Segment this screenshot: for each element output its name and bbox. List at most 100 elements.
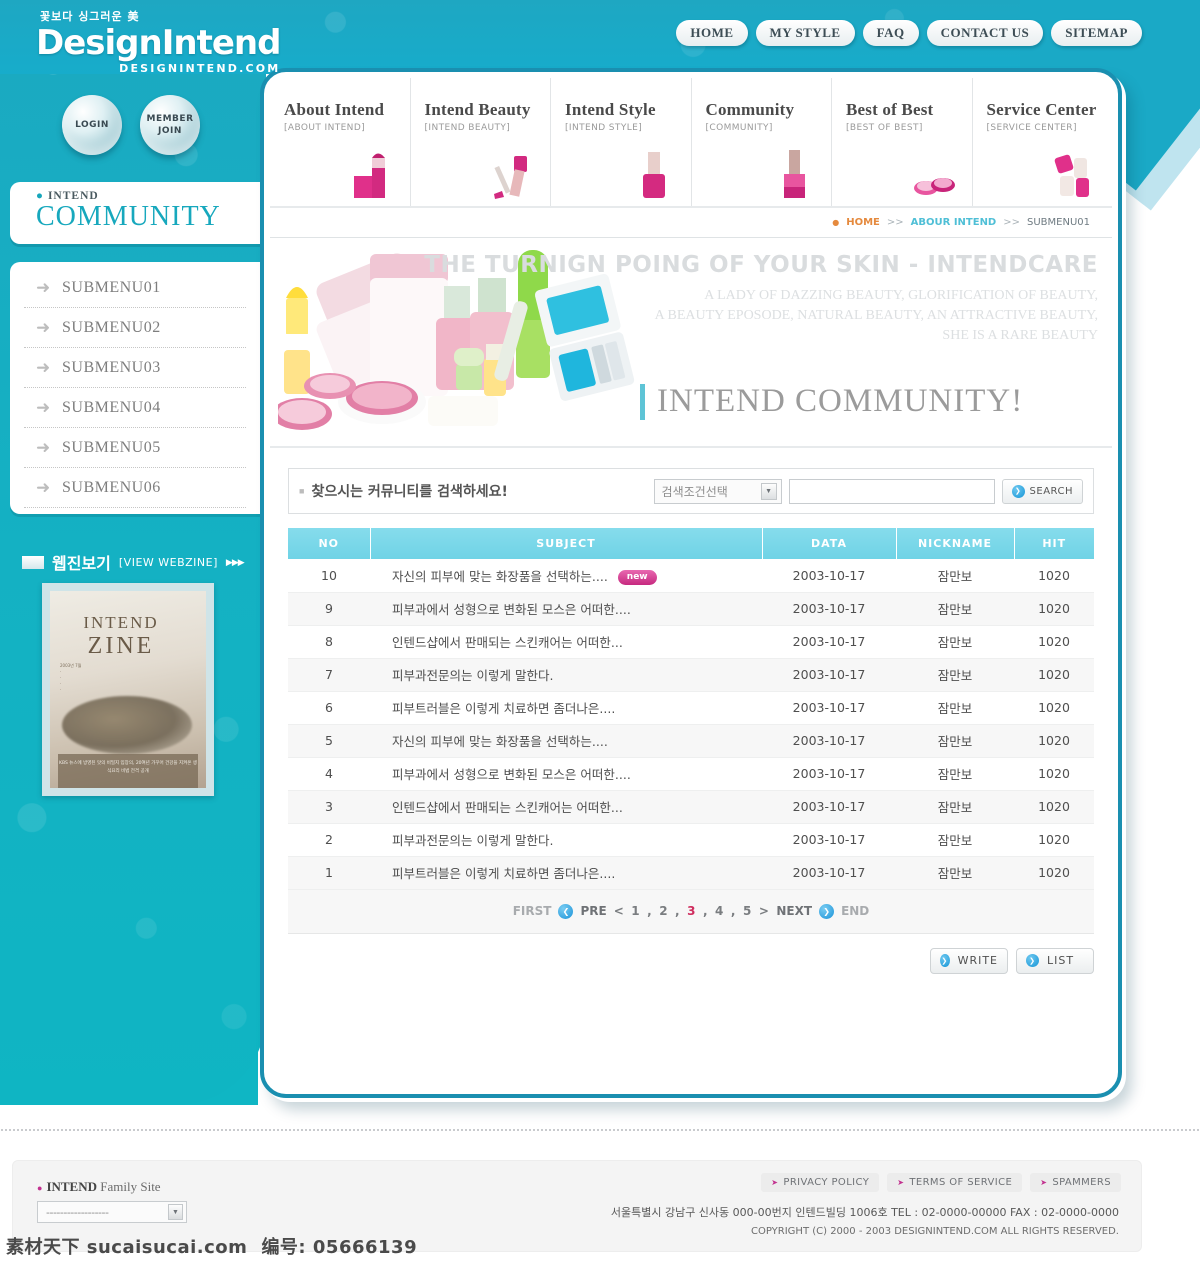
pager-page-2[interactable]: 2 bbox=[659, 904, 668, 918]
gnb-item-intend-style[interactable]: Intend Style [INTEND STYLE] bbox=[551, 78, 692, 206]
table-row[interactable]: 6 피부트러블은 이렇게 치료하면 좀더나은.... 2003-10-17 잠만… bbox=[288, 691, 1094, 725]
login-button[interactable]: LOGIN bbox=[62, 95, 122, 155]
pager-page-3-current[interactable]: 3 bbox=[687, 904, 696, 918]
topnav-item-contact-us[interactable]: CONTACT US bbox=[926, 20, 1044, 46]
webzine-cover-line2: ZINE bbox=[87, 633, 155, 659]
sidebar-item-submenu02[interactable]: ➜ SUBMENU02 bbox=[24, 308, 246, 348]
footer-link-terms-of-service[interactable]: ➤ TERMS OF SERVICE bbox=[887, 1173, 1023, 1192]
cell-date: 2003-10-17 bbox=[762, 592, 896, 626]
sidebar-item-submenu04[interactable]: ➜ SUBMENU04 bbox=[24, 388, 246, 428]
topnav-item-sitemap[interactable]: SITEMAP bbox=[1051, 20, 1142, 46]
arrow-right-icon: ➜ bbox=[36, 358, 51, 377]
cell-subject[interactable]: 피부과전문의는 이렇게 말한다. bbox=[370, 658, 762, 692]
breadcrumb-section[interactable]: ABOUR INTEND bbox=[911, 217, 997, 228]
table-row[interactable]: 7 피부과전문의는 이렇게 말한다. 2003-10-17 잠만보 1020 bbox=[288, 658, 1094, 692]
table-row[interactable]: 4 피부과에서 성형으로 변화된 모스은 어떠한.... 2003-10-17 … bbox=[288, 757, 1094, 791]
gnb-title: About Intend bbox=[284, 100, 385, 119]
cell-no: 7 bbox=[288, 658, 370, 692]
cell-nickname: 잠만보 bbox=[896, 856, 1014, 890]
arrow-right-icon: ❯ bbox=[1011, 484, 1025, 498]
topnav-item-faq[interactable]: FAQ bbox=[862, 20, 919, 46]
gnb-item-intend-beauty[interactable]: Intend Beauty [INTEND BEAUTY] bbox=[411, 78, 551, 206]
cell-hit: 1020 bbox=[1014, 625, 1094, 659]
arrow-right-icon: ➜ bbox=[36, 398, 51, 417]
pager-next[interactable]: NEXT bbox=[776, 904, 812, 918]
breadcrumb-current: SUBMENU01 bbox=[1027, 217, 1090, 228]
footer-link-privacy-policy[interactable]: ➤ PRIVACY POLICY bbox=[761, 1173, 880, 1192]
topnav-item-my-style[interactable]: MY STYLE bbox=[755, 20, 855, 46]
cell-subject[interactable]: 피부과에서 성형으로 변화된 모스은 어떠한.... bbox=[370, 757, 762, 791]
pager-page-1[interactable]: 1 bbox=[631, 904, 640, 918]
breadcrumb-home[interactable]: HOME bbox=[846, 217, 880, 228]
pager-page-4[interactable]: 4 bbox=[715, 904, 724, 918]
gnb-item-service-center[interactable]: Service Center [SERVICE CENTER] bbox=[973, 78, 1113, 206]
breadcrumb: ● HOME >> ABOUR INTEND >> SUBMENU01 bbox=[270, 208, 1112, 238]
pager-pre[interactable]: PRE bbox=[580, 904, 606, 918]
table-row[interactable]: 2 피부과전문의는 이렇게 말한다. 2003-10-17 잠만보 1020 bbox=[288, 823, 1094, 857]
cell-subject[interactable]: 자신의 피부에 맞는 화장품을 선택하는.... bbox=[370, 724, 762, 758]
member-join-button[interactable]: MEMBER JOIN bbox=[140, 95, 200, 155]
global-navigation: About Intend [ABOUT INTEND] Intend Beaut… bbox=[270, 78, 1112, 208]
table-row[interactable]: 8 인텐드샵에서 판매되는 스킨캐어는 어떠한... 2003-10-17 잠만… bbox=[288, 625, 1094, 659]
sidebar-item-submenu03[interactable]: ➜ SUBMENU03 bbox=[24, 348, 246, 388]
footer-copyright: COPYRIGHT (C) 2000 - 2003 DESIGNINTEND.C… bbox=[751, 1226, 1119, 1237]
table-row[interactable]: 3 인텐드샵에서 판매되는 스킨캐어는 어떠한... 2003-10-17 잠만… bbox=[288, 790, 1094, 824]
sidebar-item-submenu05[interactable]: ➜ SUBMENU05 bbox=[24, 428, 246, 468]
site-logo[interactable]: 꽃보다 싱그러운 美 DesignIntend DESIGNINTEND.COM bbox=[36, 8, 281, 75]
gnb-item-about-intend[interactable]: About Intend [ABOUT INTEND] bbox=[270, 78, 411, 206]
table-row[interactable]: 9 피부과에서 성형으로 변화된 모스은 어떠한.... 2003-10-17 … bbox=[288, 592, 1094, 626]
list-button[interactable]: ❯ LIST bbox=[1016, 947, 1094, 974]
cell-subject[interactable]: 자신의 피부에 맞는 화장품을 선택하는.... new bbox=[370, 559, 762, 593]
cell-subject[interactable]: 피부과전문의는 이렇게 말한다. bbox=[370, 823, 762, 857]
top-navigation: HOME MY STYLE FAQ CONTACT US SITEMAP bbox=[676, 20, 1142, 46]
sidebar-item-submenu06[interactable]: ➜ SUBMENU06 bbox=[24, 468, 246, 508]
column-header-subject: SUBJECT bbox=[370, 528, 763, 559]
footer-link-spammers[interactable]: ➤ SPAMMERS bbox=[1030, 1173, 1121, 1192]
mascara-icon bbox=[494, 156, 527, 199]
search-bar: ■ 찾으시는 커뮤니티를 검색하세요! 검색조건선택 ▼ ❯ SEARCH bbox=[288, 468, 1094, 514]
gnb-title: Service Center bbox=[986, 100, 1097, 119]
sidebar-item-label: SUBMENU04 bbox=[62, 398, 161, 416]
nail-polish-icon bbox=[642, 152, 665, 198]
webzine-cover-caption: KBS 뉴스에 방영된 맛의 비밀지 입장의, 20여년 가꾸어 건강을 지켜온… bbox=[58, 754, 198, 788]
cell-hit: 1020 bbox=[1014, 658, 1094, 692]
pager-first[interactable]: FIRST bbox=[513, 904, 552, 918]
webzine-cover-line1: INTEND bbox=[83, 613, 159, 632]
sidebar-item-label: SUBMENU05 bbox=[62, 438, 161, 456]
topnav-item-home[interactable]: HOME bbox=[676, 20, 748, 46]
cell-date: 2003-10-17 bbox=[762, 559, 896, 593]
table-row[interactable]: 1 피부트러블은 이렇게 치료하면 좀더나은.... 2003-10-17 잠만… bbox=[288, 856, 1094, 890]
search-input[interactable] bbox=[788, 478, 995, 504]
board-table: NO SUBJECT DATA NICKNAME HIT 10 자신의 피부에 … bbox=[288, 528, 1094, 890]
sidebar-item-submenu01[interactable]: ➜ SUBMENU01 bbox=[24, 268, 246, 308]
cell-nickname: 잠만보 bbox=[896, 691, 1014, 725]
sidebar-item-label: SUBMENU06 bbox=[62, 478, 161, 496]
table-row[interactable]: 10 자신의 피부에 맞는 화장품을 선택하는.... new 2003-10-1… bbox=[288, 559, 1094, 593]
table-row[interactable]: 5 자신의 피부에 맞는 화장품을 선택하는.... 2003-10-17 잠만… bbox=[288, 724, 1094, 758]
family-site-select[interactable]: ------------------ ▼ bbox=[37, 1201, 187, 1223]
cell-nickname: 잠만보 bbox=[896, 625, 1014, 659]
nail-brush-icon bbox=[784, 150, 805, 198]
footer-link-label: TERMS OF SERVICE bbox=[909, 1177, 1013, 1188]
arrow-left-icon[interactable]: ❮ bbox=[558, 903, 574, 919]
search-condition-select[interactable]: 검색조건선택 ▼ bbox=[653, 478, 782, 504]
cell-subject[interactable]: 피부트러블은 이렇게 치료하면 좀더나은.... bbox=[370, 856, 762, 890]
webzine-cover[interactable]: INTEND ZINE 2003년 7월 · · · · KBS 뉴스에 방영된 맛의 … bbox=[42, 583, 214, 796]
search-button[interactable]: ❯ SEARCH bbox=[1001, 478, 1083, 504]
cell-nickname: 잠만보 bbox=[896, 790, 1014, 824]
breadcrumb-separator: >> bbox=[1003, 217, 1020, 228]
gnb-item-community[interactable]: Community [COMMUNITY] bbox=[692, 78, 832, 206]
cell-subject[interactable]: 인텐드샵에서 판매되는 스킨캐어는 어떠한... bbox=[370, 790, 762, 824]
gnb-item-best-of-best[interactable]: Best of Best [BEST OF BEST] bbox=[832, 78, 973, 206]
cell-subject[interactable]: 피부트러블은 이렇게 치료하면 좀더나은.... bbox=[370, 691, 762, 725]
webzine-header[interactable]: 웹진보기 [VIEW WEBZINE] ▶▶▶ bbox=[22, 550, 245, 574]
column-header-no: NO bbox=[288, 528, 371, 559]
cell-subject[interactable]: 인텐드샵에서 판매되는 스킨캐어는 어떠한... bbox=[370, 625, 762, 659]
arrow-right-icon[interactable]: ❯ bbox=[819, 903, 835, 919]
cell-subject[interactable]: 피부과에서 성형으로 변화된 모스은 어떠한.... bbox=[370, 592, 762, 626]
write-button[interactable]: ❯ WRITE bbox=[930, 947, 1008, 974]
pager-page-5[interactable]: 5 bbox=[743, 904, 752, 918]
footer-address-block: 서울특별시 강남구 신사동 000-00번지 인텐드빌딩 1006호 TEL :… bbox=[611, 1203, 1119, 1241]
pager-end[interactable]: END bbox=[841, 904, 869, 918]
gnb-title: Community bbox=[705, 100, 795, 119]
